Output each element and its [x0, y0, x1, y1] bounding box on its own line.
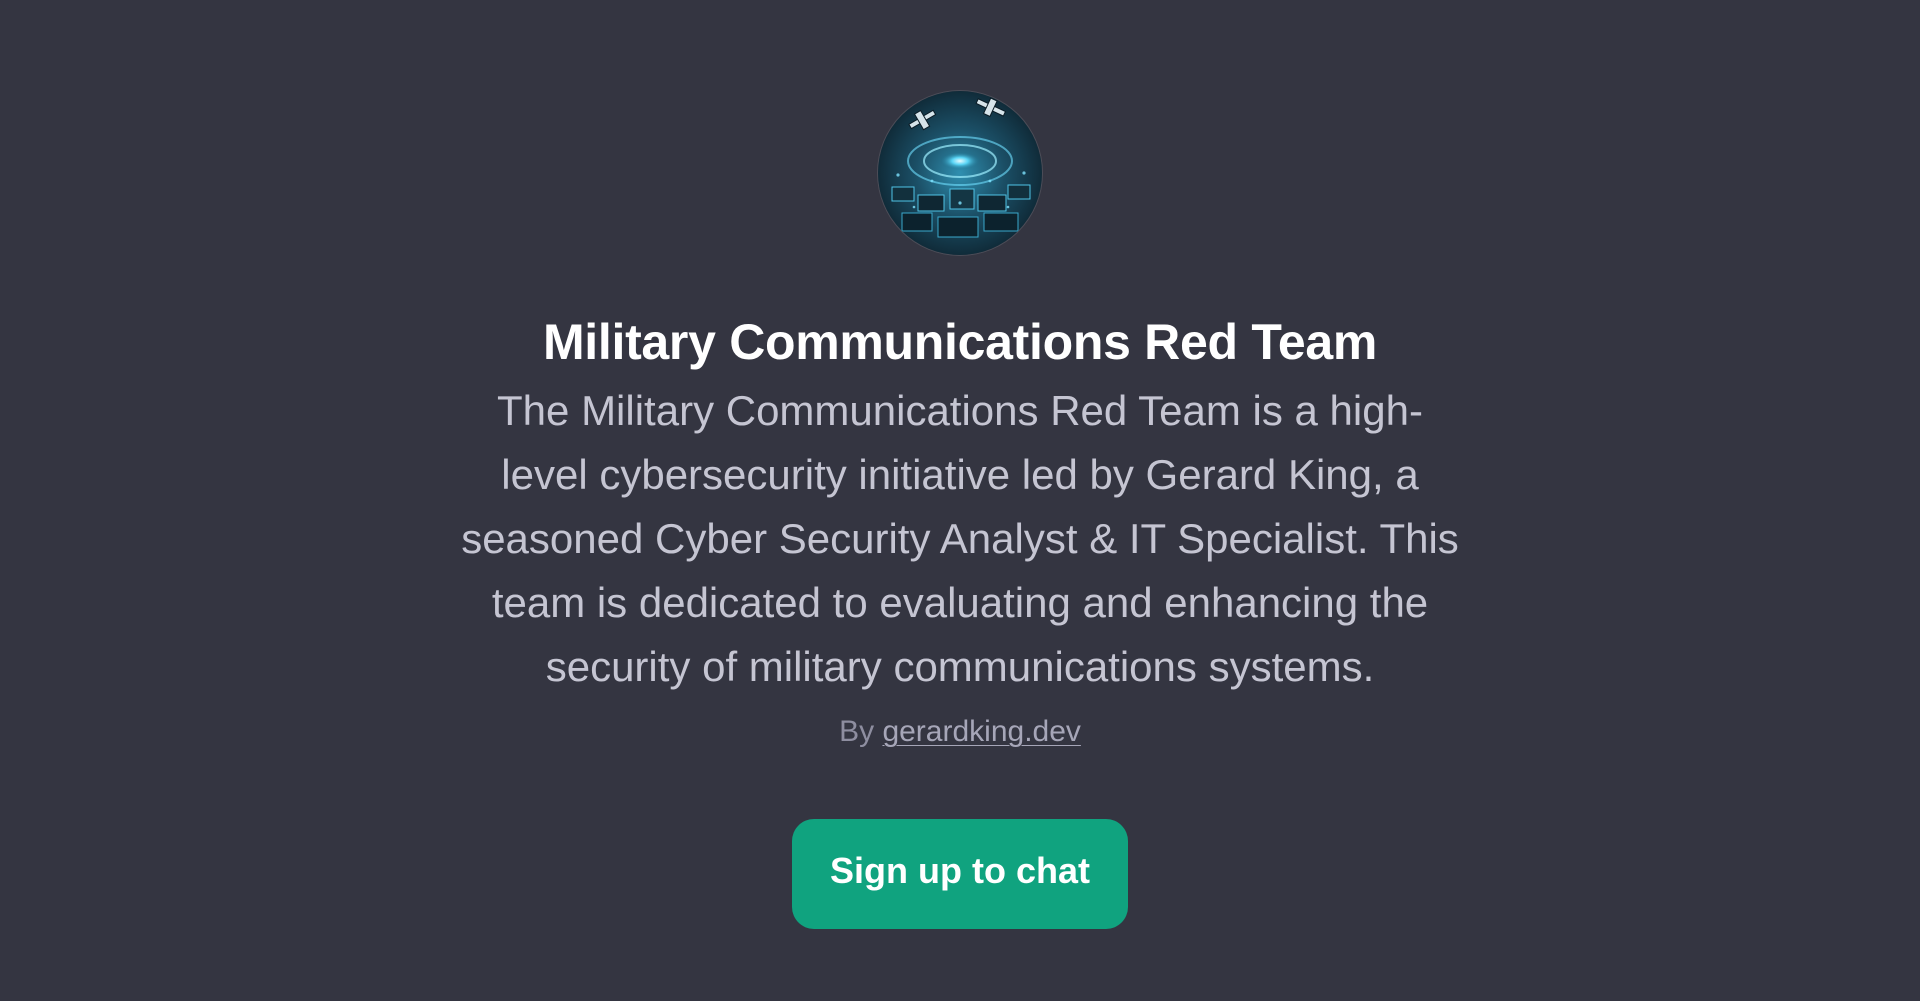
- gpt-title: Military Communications Red Team: [542, 314, 1378, 370]
- author-link[interactable]: gerardking.dev: [882, 715, 1080, 748]
- gpt-avatar: [878, 91, 1042, 255]
- gpt-description: The Military Communications Red Team is …: [461, 387, 1459, 690]
- cyber-command-center-avatar-icon: [878, 91, 1042, 255]
- sign-up-to-chat-button[interactable]: Sign up to chat: [792, 819, 1128, 929]
- gpt-landing-page: Military Communications Red Team The Mil…: [0, 0, 1920, 1001]
- author-byline: By gerardking.dev: [839, 713, 1081, 751]
- byline-prefix: By: [839, 715, 875, 748]
